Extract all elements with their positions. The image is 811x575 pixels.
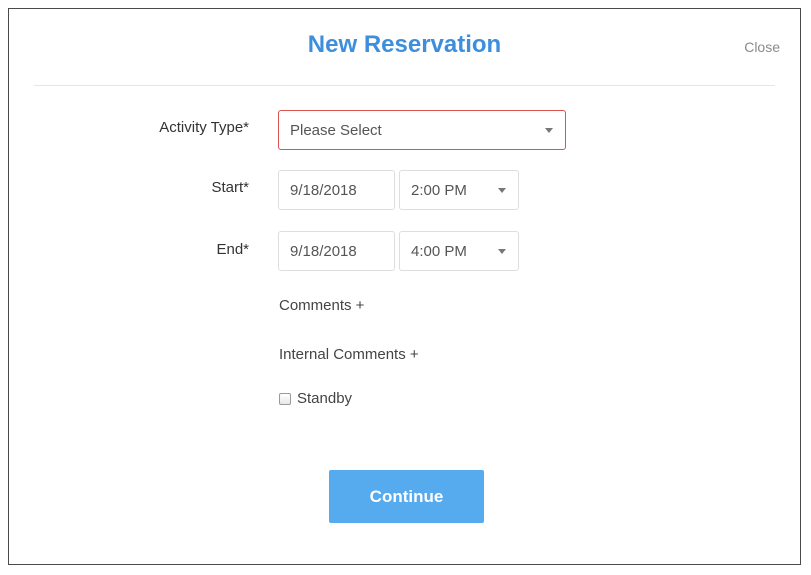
activity-type-label: Activity Type*: [159, 119, 249, 136]
activity-type-value: Please Select: [290, 121, 382, 139]
close-button[interactable]: Close: [744, 39, 780, 55]
end-time-select[interactable]: 4:00 PM: [399, 231, 519, 271]
start-label: Start*: [211, 179, 249, 196]
start-time-value: 2:00 PM: [411, 181, 467, 199]
end-time-value: 4:00 PM: [411, 242, 467, 260]
end-date-value: 9/18/2018: [290, 242, 357, 260]
activity-type-select[interactable]: Please Select: [278, 110, 566, 150]
internal-comments-link[interactable]: Internal Comments +: [279, 346, 419, 363]
chevron-down-icon: [498, 188, 506, 193]
start-date-value: 9/18/2018: [290, 181, 357, 199]
comments-link[interactable]: Comments +: [279, 297, 364, 314]
end-label: End*: [216, 241, 249, 258]
header-divider: [34, 85, 775, 86]
chevron-down-icon: [545, 128, 553, 133]
standby-row: Standby: [279, 390, 352, 407]
chevron-down-icon: [498, 249, 506, 254]
dialog-title: New Reservation: [307, 31, 502, 58]
start-date-input[interactable]: 9/18/2018: [278, 170, 395, 210]
standby-label[interactable]: Standby: [297, 390, 352, 407]
new-reservation-dialog: New Reservation Close Activity Type* Ple…: [8, 8, 801, 565]
continue-button[interactable]: Continue: [329, 470, 484, 523]
start-time-select[interactable]: 2:00 PM: [399, 170, 519, 210]
standby-checkbox[interactable]: [279, 392, 291, 405]
end-date-input[interactable]: 9/18/2018: [278, 231, 395, 271]
